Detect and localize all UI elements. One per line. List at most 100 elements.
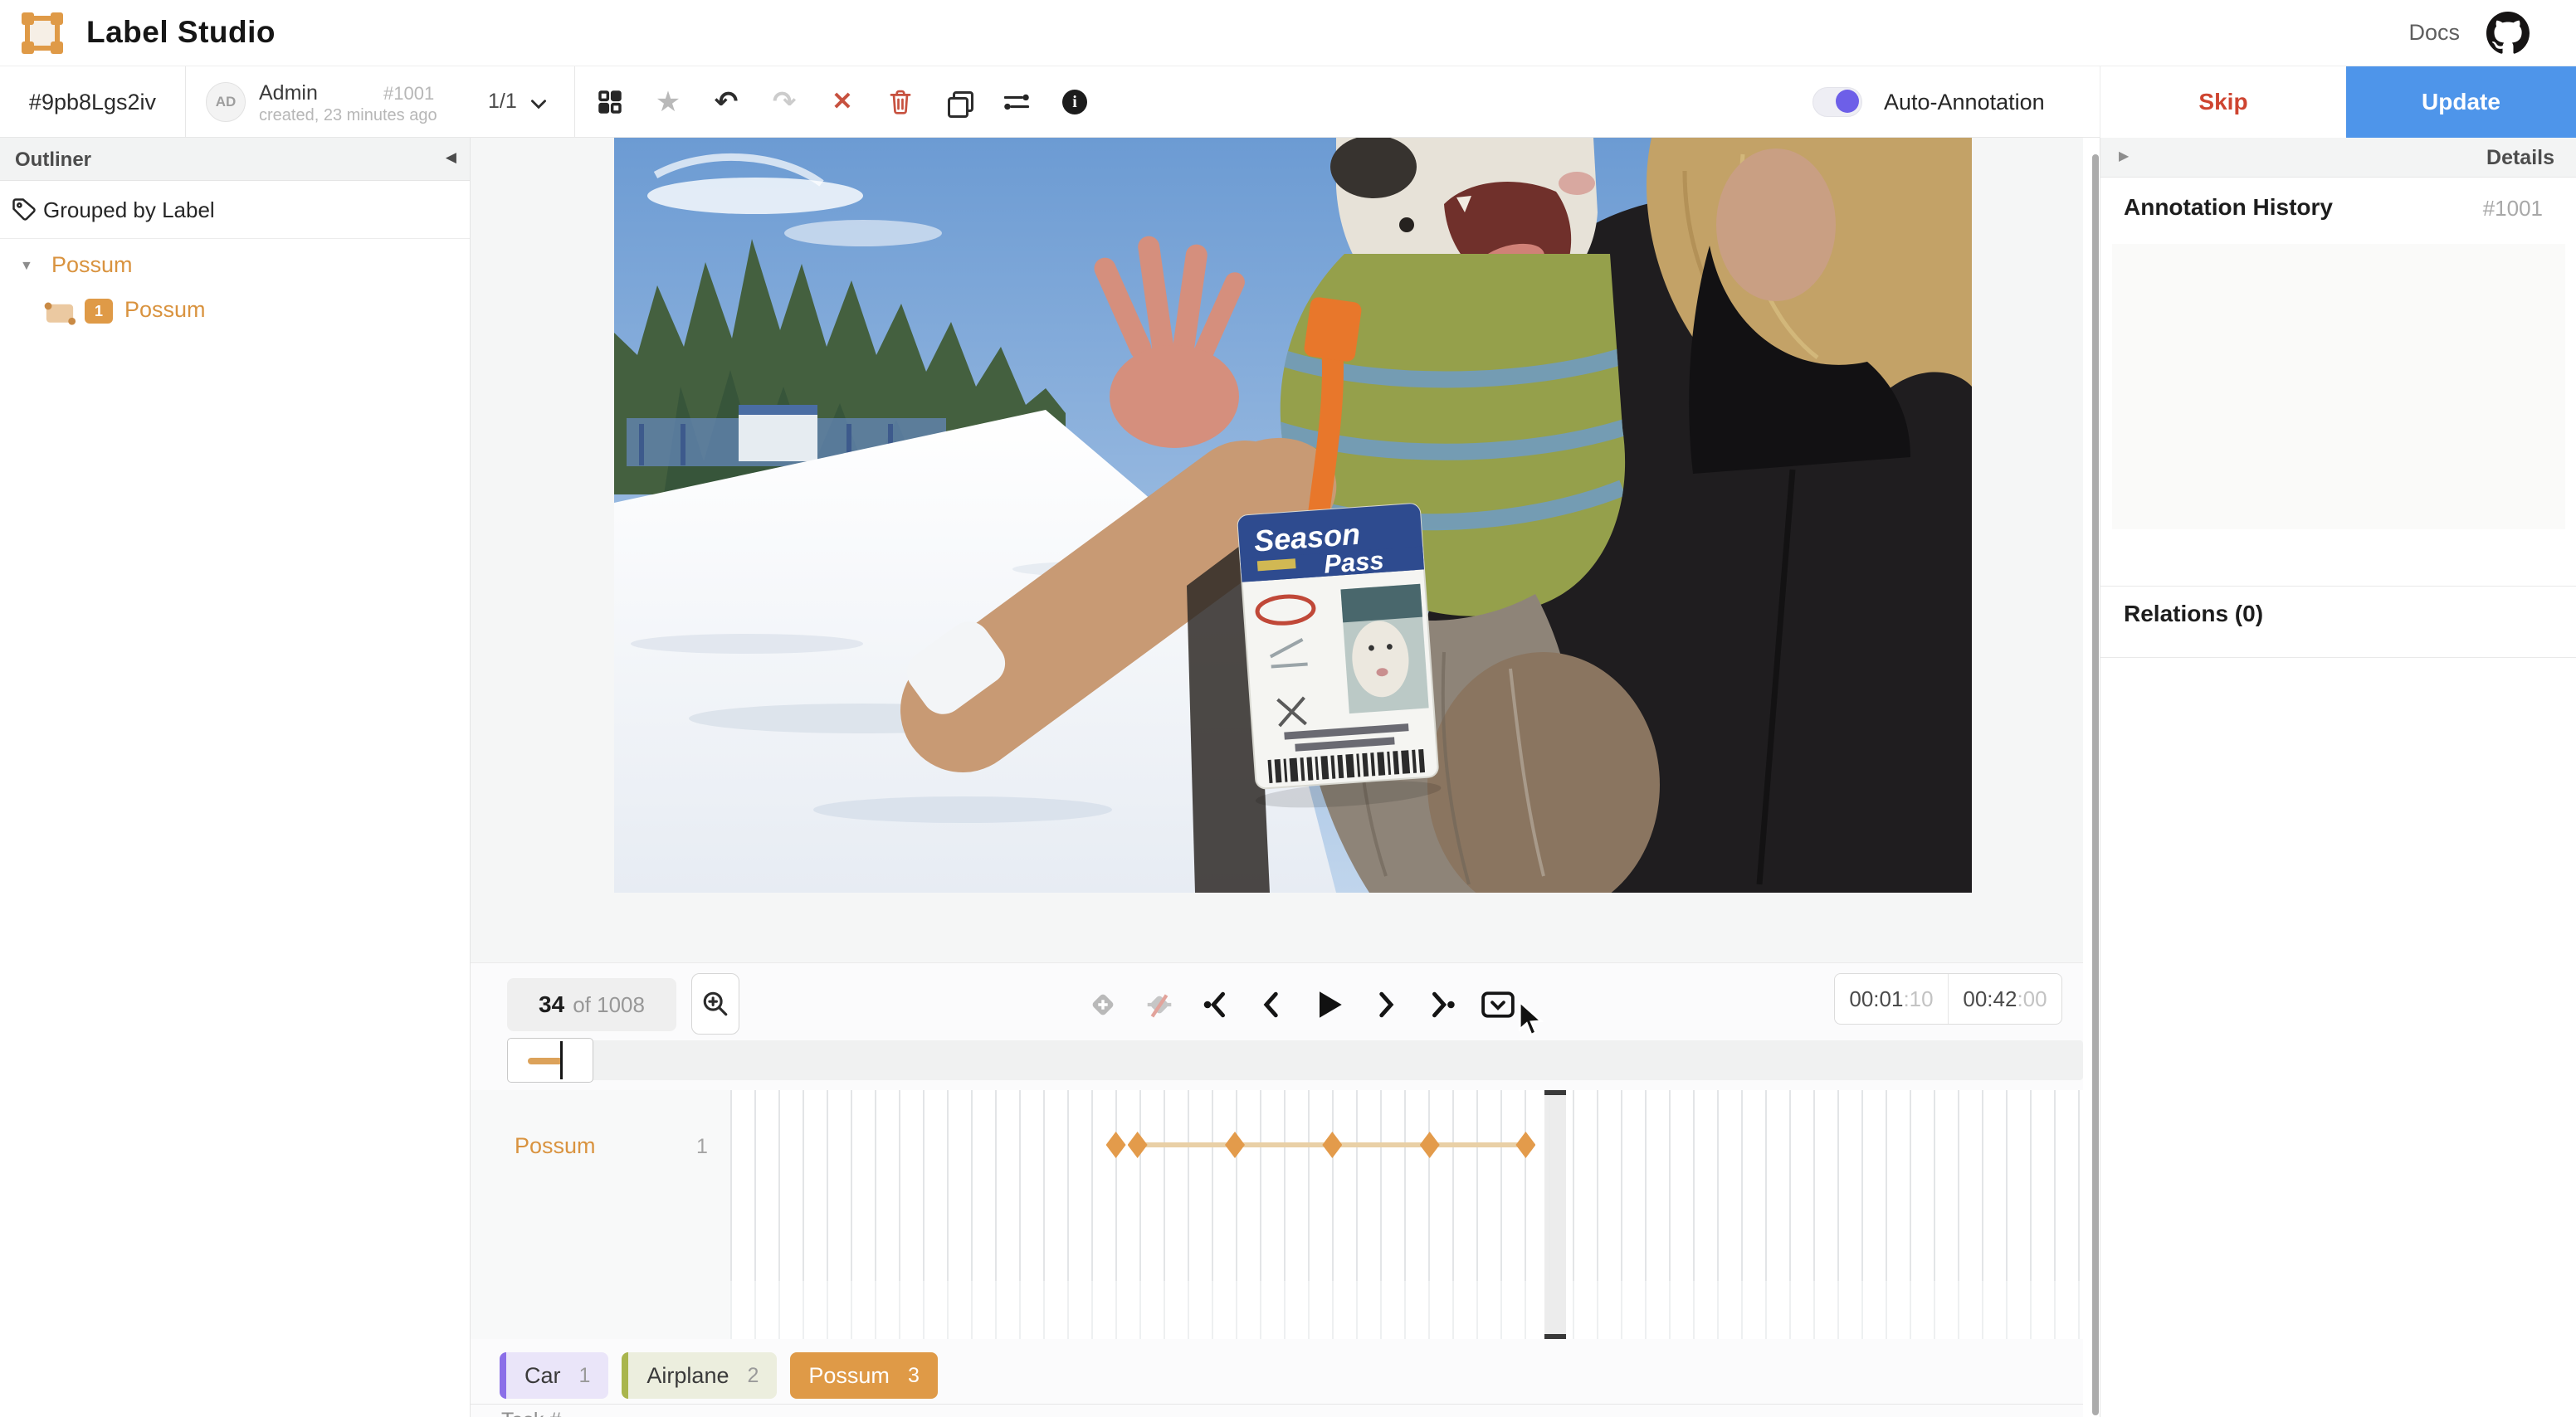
outliner-header: Outliner ◀ — [0, 138, 470, 181]
seek-playhead-line — [560, 1041, 563, 1079]
seek-bar[interactable] — [507, 1040, 2083, 1080]
label-chip-car[interactable]: Car 1 — [500, 1352, 608, 1399]
chevron-down-icon[interactable] — [528, 93, 549, 114]
caret-down-icon[interactable]: ▼ — [20, 259, 33, 274]
frame-current: 34 — [539, 991, 564, 1018]
task-number-label: Task # — [501, 1409, 561, 1417]
region-rect-icon — [41, 299, 78, 327]
current-time[interactable]: 00:01:10 — [1835, 974, 1948, 1024]
next-frame-icon[interactable] — [1367, 984, 1403, 1025]
region-row-possum[interactable]: 1 Possum — [0, 289, 470, 337]
auto-annotation-toggle[interactable] — [1812, 87, 1862, 117]
app-title: Label Studio — [86, 15, 276, 50]
reject-icon[interactable]: ✕ — [827, 84, 858, 120]
timeline-collapse-icon[interactable] — [1480, 984, 1516, 1025]
redo-icon[interactable]: ↷ — [768, 84, 800, 120]
playback-controls — [1085, 978, 1516, 1031]
annotation-toolbar: #9pb8Lgs2iv AD Admin #1001 created, 23 m… — [0, 66, 2576, 138]
annotation-pager: 1/1 — [488, 90, 517, 114]
label-chip-airplane[interactable]: Airplane 2 — [622, 1352, 777, 1399]
task-id-tab[interactable]: #9pb8Lgs2iv — [0, 66, 186, 138]
keyframe-diamond[interactable] — [1225, 1132, 1245, 1158]
undo-icon[interactable]: ↶ — [710, 84, 742, 120]
label-chip-hotkey: 3 — [908, 1364, 920, 1388]
frame-counter[interactable]: 34 of 1008 — [507, 978, 676, 1031]
keyframe-add-icon[interactable] — [1085, 984, 1121, 1025]
svg-text:Pass: Pass — [1323, 546, 1385, 579]
total-time: 00:42:00 — [1948, 974, 2061, 1024]
tag-icon — [12, 197, 37, 222]
keyframe-remove-icon[interactable] — [1141, 984, 1178, 1025]
timeline-playhead[interactable] — [1544, 1090, 1566, 1339]
keyframe-diamond[interactable] — [1420, 1132, 1440, 1158]
history-empty-area — [2112, 244, 2565, 529]
label-chip-text: Airplane — [646, 1363, 729, 1389]
collapse-panel-icon[interactable]: ◀ — [446, 149, 456, 166]
grid-view-icon[interactable] — [594, 84, 626, 120]
prev-frame-icon[interactable] — [1254, 984, 1290, 1025]
keyframe-diamond[interactable] — [1515, 1132, 1535, 1158]
auto-annotation-control: Auto-Annotation — [1812, 66, 2045, 138]
keyframe-diamond[interactable] — [1322, 1132, 1342, 1158]
docs-link[interactable]: Docs — [2408, 20, 2460, 46]
toolbar-icons: ★ ↶ ↷ ✕ i — [594, 66, 1090, 138]
divider — [574, 66, 575, 138]
prev-keyframe-icon[interactable] — [1198, 984, 1234, 1025]
update-button[interactable]: Update — [2346, 66, 2576, 138]
label-chip-text: Car — [524, 1363, 561, 1389]
star-icon[interactable]: ★ — [652, 84, 684, 120]
group-mode-row[interactable]: Grouped by Label — [0, 181, 470, 239]
region-index-badge: 1 — [85, 299, 113, 324]
track-label[interactable]: Possum — [515, 1133, 596, 1159]
magnifier-plus-icon — [701, 990, 729, 1018]
annotation-id: #1001 — [383, 83, 434, 105]
season-pass-badge: Season Pass — [1236, 503, 1442, 812]
trash-icon[interactable] — [885, 84, 916, 120]
avatar[interactable]: AD — [206, 82, 246, 122]
label-studio-logo-icon[interactable] — [22, 12, 63, 54]
frame-total: of 1008 — [573, 992, 645, 1018]
next-keyframe-icon[interactable] — [1423, 984, 1460, 1025]
user-name: Admin — [259, 81, 318, 105]
scrollbar-thumb[interactable] — [2092, 154, 2099, 1415]
divider — [2100, 657, 2576, 658]
details-panel: ▶ Details Annotation History #1001 Relat… — [2100, 138, 2576, 1417]
duplicate-icon[interactable] — [943, 84, 974, 120]
keyframe-diamond[interactable] — [1128, 1132, 1148, 1158]
annotation-history-title: Annotation History — [2124, 194, 2333, 221]
timeline-track-gutter: Possum 1 — [471, 1090, 730, 1339]
seek-viewport-handle[interactable] — [507, 1038, 593, 1083]
video-scene: Season Pass — [614, 138, 1972, 893]
region-label: Possum — [124, 297, 206, 323]
timeline-grid[interactable] — [730, 1090, 2083, 1339]
label-chip-hotkey: 1 — [579, 1364, 591, 1388]
play-button[interactable] — [1310, 984, 1347, 1025]
zoom-in-button[interactable] — [691, 973, 739, 1035]
expand-panel-icon[interactable]: ▶ — [2119, 148, 2129, 164]
main-content: Season Pass — [471, 138, 2083, 1417]
top-bar: Label Studio Docs — [0, 0, 2576, 66]
group-mode-label: Grouped by Label — [43, 197, 215, 223]
label-chip-possum[interactable]: Possum 3 — [790, 1352, 937, 1399]
label-studio-app: Label Studio Docs #9pb8Lgs2iv AD Admin #… — [0, 0, 2576, 1417]
tree-group-possum[interactable]: Possum — [51, 252, 133, 278]
divider — [471, 1404, 2083, 1405]
settings-transfer-icon[interactable] — [1001, 84, 1032, 120]
label-picker: Car 1 Airplane 2 Possum 3 — [500, 1352, 938, 1399]
track-region-count: 1 — [696, 1135, 708, 1159]
label-chip-hotkey: 2 — [747, 1364, 759, 1388]
label-chip-text: Possum — [808, 1363, 890, 1389]
timecode-display: 00:01:10 00:42:00 — [1834, 973, 2062, 1025]
seek-region-marker — [528, 1058, 563, 1064]
info-icon[interactable]: i — [1059, 84, 1090, 120]
github-icon[interactable] — [2486, 12, 2530, 55]
details-title: Details — [2486, 146, 2554, 170]
annotation-history-id: #1001 — [2483, 196, 2543, 222]
skip-button[interactable]: Skip — [2100, 66, 2346, 138]
keyframe-diamond[interactable] — [1106, 1132, 1126, 1158]
divider — [2100, 586, 2576, 587]
timeline: Possum 1 — [471, 1090, 2083, 1339]
created-timestamp: created, 23 minutes ago — [259, 106, 437, 125]
keyframes-layer — [730, 1090, 2083, 1206]
video-frame[interactable]: Season Pass — [614, 138, 1972, 893]
